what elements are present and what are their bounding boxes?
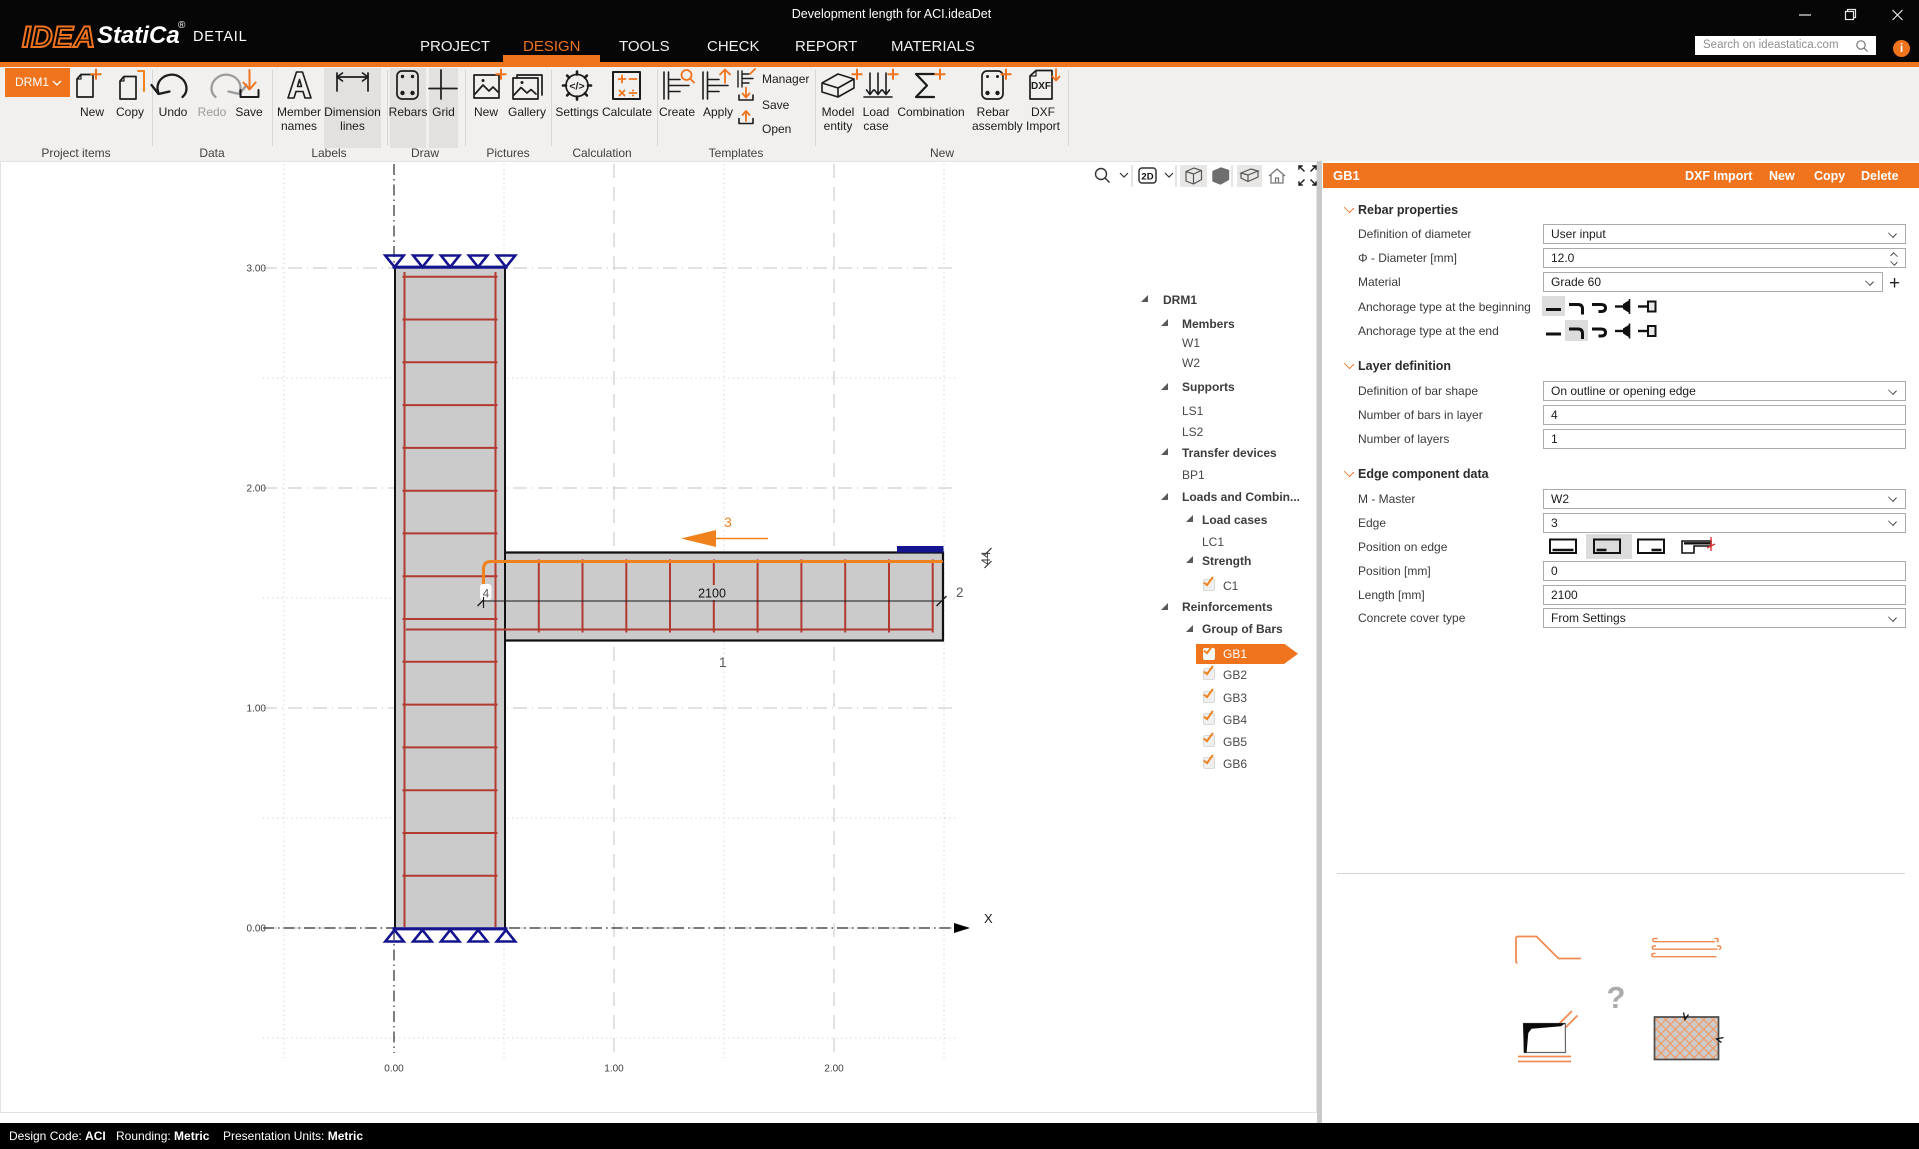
svg-text:0.00: 0.00 — [384, 1064, 404, 1075]
svg-text:3.00: 3.00 — [247, 264, 267, 275]
svg-text:2100: 2100 — [698, 587, 726, 601]
svg-text:X: X — [984, 911, 993, 926]
svg-text:DXF: DXF — [1031, 81, 1051, 92]
svg-text:0.00: 0.00 — [247, 924, 267, 935]
svg-text:1: 1 — [719, 655, 727, 670]
svg-text:1.00: 1.00 — [247, 704, 267, 715]
svg-text:2: 2 — [956, 585, 964, 600]
svg-text:?: ? — [1607, 980, 1626, 1015]
svg-text:2.00: 2.00 — [247, 484, 267, 495]
svg-text:2.00: 2.00 — [824, 1064, 844, 1075]
svg-text:3: 3 — [724, 514, 732, 530]
svg-text:4: 4 — [483, 589, 490, 601]
svg-text:2D: 2D — [1141, 172, 1153, 183]
svg-text:1.00: 1.00 — [604, 1064, 624, 1075]
svg-text:</>: </> — [569, 81, 584, 93]
